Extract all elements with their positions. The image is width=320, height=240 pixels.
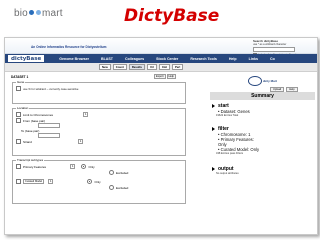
curated-excluded-row: Excluded bbox=[16, 185, 182, 190]
output-attributes-note: No output attributes bbox=[216, 172, 239, 175]
curated-only-label: Only bbox=[94, 179, 101, 184]
transcript-filter-group: Transcript subtypes Primary Features 1 O… bbox=[12, 158, 186, 204]
site-tagline: An Online Informatics Resource for Dicty… bbox=[31, 45, 107, 49]
expand-arrow-icon bbox=[212, 127, 215, 131]
perl-button[interactable]: Perl bbox=[171, 64, 184, 70]
site-banner: An Online Informatics Resource for Dicty… bbox=[5, 38, 317, 57]
nav-colleagues[interactable]: Colleagues bbox=[125, 57, 144, 61]
gene-legend: Gene bbox=[17, 80, 25, 84]
xml-button[interactable]: Xml bbox=[158, 64, 170, 70]
dicty-mart-logo-text: dicty Mart bbox=[262, 78, 278, 83]
nav-genome-browser[interactable]: Genome Browser bbox=[59, 57, 89, 61]
curated-model-select[interactable]: 1 bbox=[48, 179, 54, 184]
strand-checkbox[interactable] bbox=[16, 139, 21, 144]
slide-title: DictyBase bbox=[124, 6, 220, 26]
curated-excluded-label: Excluded bbox=[116, 185, 129, 190]
curated-only-radio[interactable] bbox=[87, 179, 93, 184]
summary-start-section[interactable]: start • Dataset: Genes 19622 Entries Tot… bbox=[212, 103, 314, 117]
nav-help[interactable]: Help bbox=[229, 57, 237, 61]
summary-panel: dicty Mart Upload Help Summary start • D… bbox=[210, 73, 315, 231]
strand-select[interactable]: 1 bbox=[77, 139, 84, 144]
filter-entry-count: 438 Entries pass Filters bbox=[216, 152, 244, 155]
location-filter-group: Location Limit to Chromosomes 1 From (ba… bbox=[12, 106, 186, 156]
from-checkbox[interactable] bbox=[16, 118, 21, 123]
to-input[interactable] bbox=[38, 133, 60, 138]
primary-excluded-row: Excluded bbox=[16, 170, 182, 175]
to-label: To (base pair) bbox=[21, 128, 40, 133]
start-entry-count: 19622 Entries Total bbox=[216, 114, 239, 117]
limit-chromosome-checkbox[interactable] bbox=[16, 112, 21, 117]
expand-arrow-icon bbox=[212, 167, 215, 171]
primary-only-radio[interactable] bbox=[81, 164, 87, 169]
gene-filter-group: Gene use % for wildcard -- currently cas… bbox=[12, 80, 186, 104]
primary-features-label: Primary Features bbox=[23, 164, 47, 169]
limit-chromosome-row: Limit to Chromosomes 1 bbox=[16, 111, 182, 118]
search-hint: use * as a wildcard character bbox=[253, 43, 287, 46]
filter-item: • Primary Features: Only bbox=[218, 137, 254, 147]
query-panel: DATASET 1 Export Help Gene use % for wil… bbox=[9, 73, 189, 231]
biomart-logo: bio mart bbox=[14, 8, 63, 19]
nav-links[interactable]: Links bbox=[249, 57, 258, 61]
logo-text-mart: mart bbox=[41, 8, 63, 19]
nav-co[interactable]: Co bbox=[270, 57, 275, 61]
export-button[interactable]: Export bbox=[154, 74, 166, 79]
logo-text-bio: bio bbox=[14, 8, 28, 19]
curated-model-field[interactable]: Curated Model bbox=[23, 179, 45, 184]
primary-excluded-label: Excluded bbox=[116, 170, 129, 175]
new-button[interactable]: New bbox=[99, 64, 111, 70]
chromosome-select[interactable]: 1 bbox=[83, 112, 89, 117]
count-button[interactable]: Count bbox=[112, 64, 127, 70]
curated-model-row: Curated Model 1 Only bbox=[16, 178, 182, 185]
expand-arrow-icon bbox=[212, 104, 215, 108]
strand-label: Strand bbox=[23, 139, 32, 144]
primary-features-select[interactable]: 1 bbox=[70, 164, 76, 169]
strand-row: Strand 1 bbox=[16, 138, 182, 145]
dicty-mart-logo: dicty Mart bbox=[248, 76, 278, 86]
primary-excluded-radio[interactable] bbox=[109, 170, 114, 175]
summary-filter-section[interactable]: filter • Chromosome: 1 • Primary Feature… bbox=[212, 126, 314, 155]
logo-dot-icon bbox=[28, 9, 34, 15]
from-input[interactable] bbox=[38, 123, 60, 128]
mart-ring-icon bbox=[248, 76, 262, 86]
summary-heading: Summary bbox=[210, 92, 315, 100]
from-label: From (base pair) bbox=[23, 118, 46, 123]
dataset-buttons: Export Help bbox=[154, 74, 177, 79]
nav-stock-center[interactable]: Stock Center bbox=[156, 57, 178, 61]
dictybase-logo[interactable]: dictyBase bbox=[7, 54, 46, 63]
martview-toolbar: New Count Results Url Xml Perl bbox=[5, 63, 317, 72]
summary-output-section[interactable]: output No output attributes bbox=[212, 166, 314, 175]
nav-blast[interactable]: BLAST bbox=[101, 57, 113, 61]
url-button[interactable]: Url bbox=[146, 64, 157, 70]
gene-option-row: use % for wildcard -- currently case-sen… bbox=[16, 85, 182, 92]
location-legend: Location bbox=[17, 106, 29, 110]
dictybase-screenshot: An Online Informatics Resource for Dicty… bbox=[4, 37, 318, 235]
search-input[interactable] bbox=[253, 47, 295, 52]
curated-model-checkbox[interactable] bbox=[16, 179, 21, 184]
primary-features-checkbox[interactable] bbox=[16, 164, 21, 169]
primary-features-row: Primary Features 1 Only bbox=[16, 163, 182, 170]
help-button[interactable]: Help bbox=[166, 74, 176, 79]
nav-research-tools[interactable]: Research Tools bbox=[190, 57, 217, 61]
gene-option-label: use % for wildcard -- currently case-sen… bbox=[23, 86, 79, 91]
results-button[interactable]: Results bbox=[128, 64, 145, 70]
primary-only-label: Only bbox=[88, 164, 95, 169]
main-nav: dictyBase Genome Browser BLAST Colleague… bbox=[5, 54, 317, 63]
gene-checkbox[interactable] bbox=[16, 86, 21, 91]
filter-item-text: Primary Features: Only bbox=[218, 137, 254, 147]
limit-chromosome-label: Limit to Chromosomes bbox=[23, 112, 54, 117]
curated-excluded-radio[interactable] bbox=[109, 185, 114, 190]
transcript-legend: Transcript subtypes bbox=[17, 158, 44, 162]
logo-dot-icon bbox=[35, 9, 41, 15]
